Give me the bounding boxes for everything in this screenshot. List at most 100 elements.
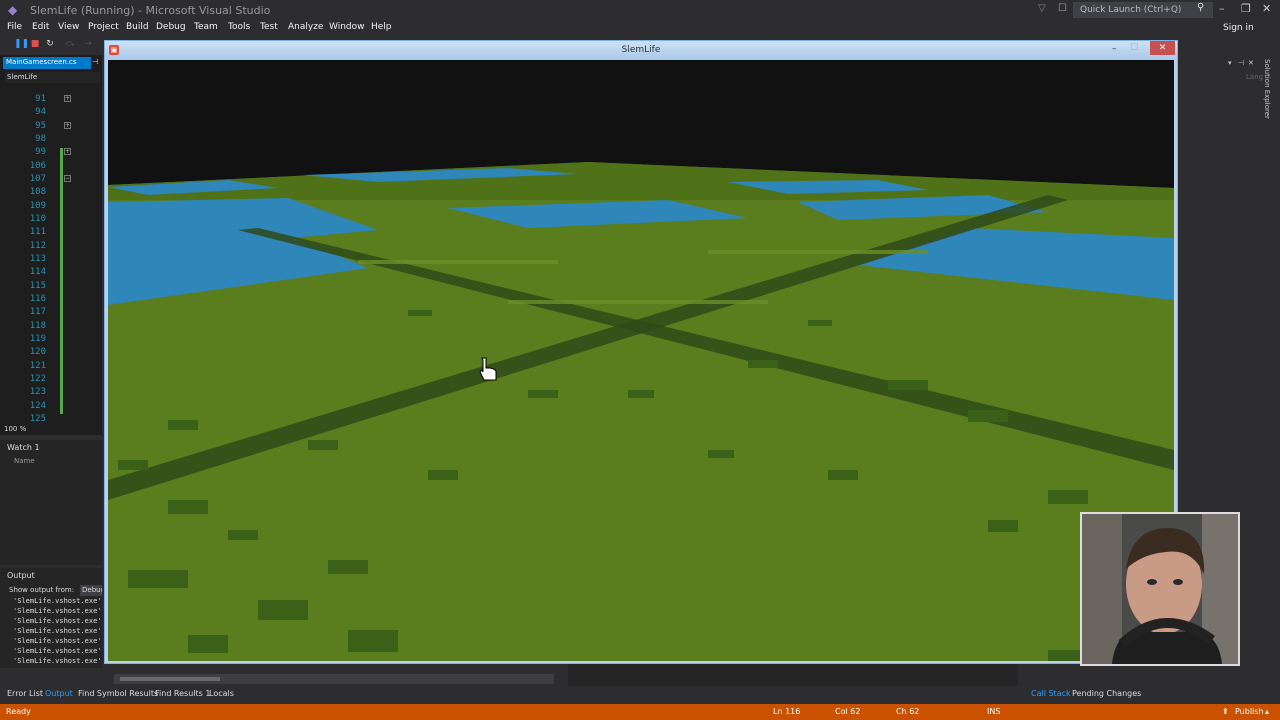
menu-debug[interactable]: Debug: [156, 22, 186, 32]
line-number: 124: [29, 401, 46, 411]
menu-build[interactable]: Build: [126, 22, 149, 32]
solution-explorer-tab[interactable]: Solution Explorer: [1263, 59, 1271, 119]
output-line: 'SlemLife.vshost.exe': [13, 657, 102, 665]
title-bar: ◆ SlemLife (Running) - Microsoft Visual …: [0, 0, 1280, 20]
feedback-icon[interactable]: ☐: [1058, 3, 1067, 14]
line-number: 95: [35, 121, 46, 131]
zoom-level[interactable]: 100 %: [4, 425, 26, 433]
restore-icon[interactable]: ❐: [1241, 2, 1251, 15]
language-label: Lang: [1246, 73, 1264, 81]
menu-view[interactable]: View: [58, 22, 79, 32]
sign-in-link[interactable]: Sign in: [1223, 23, 1254, 33]
line-number: 112: [29, 241, 46, 251]
pin-icon[interactable]: ⊣: [1238, 59, 1244, 67]
webcam-person-image: [1082, 514, 1238, 664]
project-dropdown[interactable]: SlemLife: [5, 72, 100, 83]
menu-window[interactable]: Window: [329, 22, 365, 32]
line-number: 118: [29, 321, 46, 331]
tab-locals[interactable]: Locals: [209, 689, 234, 698]
collapse-icon[interactable]: +: [64, 95, 71, 102]
line-number: 107: [29, 174, 46, 184]
line-number: 108: [29, 187, 46, 197]
game-viewport[interactable]: [108, 60, 1174, 661]
terrain-scene: [108, 60, 1174, 661]
call-stack-panel: [568, 664, 1018, 686]
visual-studio-logo-icon: ◆: [8, 3, 18, 17]
pause-icon[interactable]: ❚❚: [14, 38, 29, 50]
line-number: 111: [29, 227, 46, 237]
collapse-icon[interactable]: −: [64, 175, 71, 182]
game-minimize-icon[interactable]: –: [1112, 44, 1117, 54]
menu-file[interactable]: File: [7, 22, 22, 32]
status-char: Ch 62: [896, 707, 920, 716]
line-number: 106: [29, 161, 46, 171]
restart-icon[interactable]: ↻: [44, 38, 56, 50]
game-maximize-icon[interactable]: ☐: [1130, 43, 1138, 53]
line-number: 109: [29, 201, 46, 211]
tab-pending-changes[interactable]: Pending Changes: [1072, 689, 1141, 698]
line-number: 121: [29, 361, 46, 371]
line-number: 123: [29, 387, 46, 397]
tab-find-results-1[interactable]: Find Results 1: [155, 689, 210, 698]
publish-button[interactable]: Publish: [1235, 707, 1264, 716]
close-icon[interactable]: ✕: [1262, 2, 1271, 15]
quick-launch-input[interactable]: Quick Launch (Ctrl+Q): [1073, 2, 1213, 18]
game-window-title: SlemLife: [621, 45, 661, 55]
line-number: 114: [29, 267, 46, 277]
line-number: 113: [29, 254, 46, 264]
search-icon[interactable]: ⚲: [1197, 2, 1204, 13]
line-number: 94: [35, 107, 46, 117]
publish-menu-icon[interactable]: ▴: [1265, 707, 1269, 716]
scrollbar-thumb[interactable]: [120, 677, 220, 681]
collapse-icon[interactable]: +: [64, 122, 71, 129]
pin-icon[interactable]: ⊣: [92, 58, 98, 66]
document-tab[interactable]: MainGamescreen.cs: [3, 57, 91, 69]
tab-find-symbol-results[interactable]: Find Symbol Results: [78, 689, 158, 698]
filter-icon[interactable]: ▽: [1038, 3, 1046, 14]
line-number: 115: [29, 281, 46, 291]
step-over-icon[interactable]: →: [82, 38, 94, 50]
menu-bar: File Edit View Project Build Debug Team …: [0, 20, 1280, 35]
line-number: 119: [29, 334, 46, 344]
stop-icon[interactable]: ■: [29, 38, 41, 50]
menu-analyze[interactable]: Analyze: [288, 22, 323, 32]
tab-output[interactable]: Output: [45, 689, 73, 698]
tab-error-list[interactable]: Error List: [7, 689, 43, 698]
game-close-icon[interactable]: ✕: [1150, 41, 1175, 55]
line-number: 117: [29, 307, 46, 317]
close-panel-icon[interactable]: ✕: [1248, 59, 1254, 67]
line-number: 99: [35, 147, 46, 157]
dropdown-icon[interactable]: ▾: [1228, 59, 1232, 67]
publish-icon[interactable]: ⬆: [1222, 707, 1229, 716]
output-title: Output: [7, 571, 35, 580]
line-number: 110: [29, 214, 46, 224]
webcam-overlay: [1080, 512, 1240, 666]
line-number-gutter: 91 94 95 98 99 106 107 108 109 110 111 1…: [0, 84, 102, 424]
output-panel: Output Show output from: Debug 'SlemLife…: [0, 568, 102, 668]
line-number: 125: [29, 414, 46, 424]
horizontal-scrollbar[interactable]: [114, 674, 554, 684]
output-line: 'SlemLife.vshost.exe': [13, 607, 102, 615]
menu-test[interactable]: Test: [260, 22, 278, 32]
line-number: 98: [35, 134, 46, 144]
window-title: SlemLife (Running) - Microsoft Visual St…: [30, 4, 271, 17]
collapse-icon[interactable]: +: [64, 148, 71, 155]
watch-name-column: Name: [14, 457, 35, 465]
menu-edit[interactable]: Edit: [32, 22, 49, 32]
menu-tools[interactable]: Tools: [228, 22, 250, 32]
minimize-icon[interactable]: –: [1219, 2, 1225, 15]
show-output-from-label: Show output from:: [9, 586, 75, 594]
menu-help[interactable]: Help: [371, 22, 392, 32]
status-line: Ln 116: [773, 707, 801, 716]
menu-team[interactable]: Team: [194, 22, 218, 32]
tab-call-stack[interactable]: Call Stack: [1031, 689, 1071, 698]
menu-project[interactable]: Project: [88, 22, 119, 32]
step-icon[interactable]: ⤼: [64, 38, 76, 50]
status-column: Col 62: [835, 707, 861, 716]
status-insert-mode: INS: [987, 707, 1001, 716]
output-line: 'SlemLife.vshost.exe': [13, 637, 102, 645]
watch-panel: Watch 1 Name: [0, 440, 102, 565]
line-number: 91: [35, 94, 46, 104]
output-source-dropdown[interactable]: Debug: [80, 585, 102, 596]
line-number: 122: [29, 374, 46, 384]
